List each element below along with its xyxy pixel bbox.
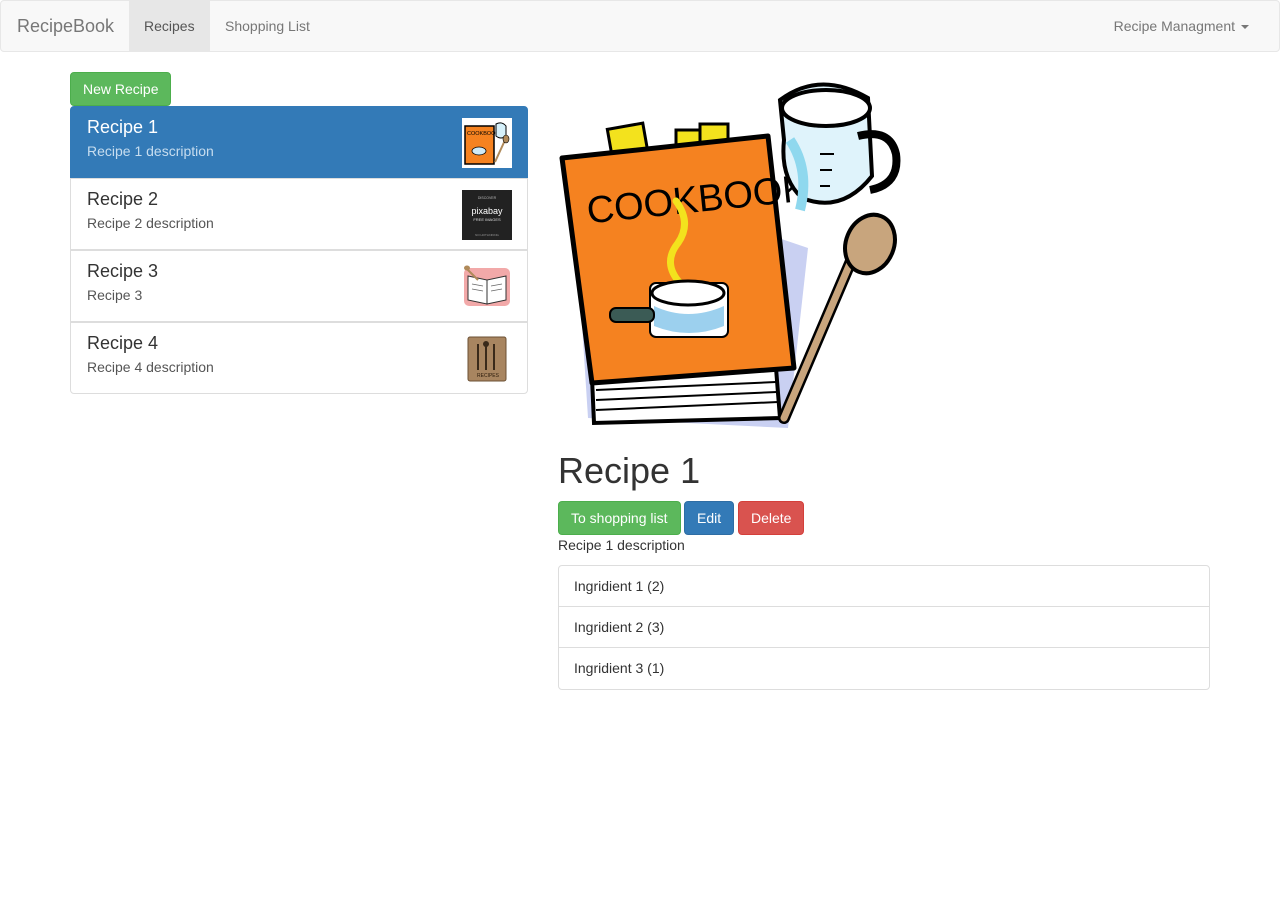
recipe-description: Recipe 2 description: [87, 215, 214, 231]
new-recipe-button[interactable]: New Recipe: [70, 72, 172, 106]
svg-text:COOKBOOK: COOKBOOK: [467, 131, 499, 137]
svg-text:RECIPES: RECIPES: [477, 373, 500, 379]
open-recipe-book-icon: [464, 265, 510, 306]
dropdown-label: Recipe Managment: [1113, 18, 1235, 34]
recipe-description: Recipe 4 description: [87, 359, 214, 375]
to-shopping-list-button[interactable]: To shopping list: [558, 501, 681, 535]
recipe-description: Recipe 1 description: [87, 143, 214, 159]
brand-link[interactable]: RecipeBook: [17, 16, 114, 37]
recipe-list-item[interactable]: Recipe 4 Recipe 4 description RECIPES: [70, 322, 528, 394]
recipe-detail-description: Recipe 1 description: [558, 537, 685, 553]
ingredient-item: Ingridient 3 (1): [574, 660, 665, 676]
svg-text:pixabay: pixabay: [471, 206, 503, 216]
tab-recipes[interactable]: Recipes: [129, 1, 210, 51]
ingredient-item: Ingridient 1 (2): [559, 566, 1209, 607]
recipe-list-item[interactable]: Recipe 3 Recipe 3: [70, 250, 528, 322]
recipe-list-item[interactable]: Recipe 1 Recipe 1 description COOKBOOK: [70, 106, 528, 178]
ingredient-item: Ingridient 2 (3): [559, 607, 1209, 648]
caret-down-icon: [1241, 25, 1249, 30]
cookbook-illustration: COOKBOOK: [559, 82, 901, 428]
edit-button[interactable]: Edit: [684, 501, 735, 535]
recipe-management-dropdown[interactable]: Recipe Managment: [1099, 1, 1264, 51]
recipe-name: Recipe 4: [87, 333, 159, 353]
recipes-binder-icon: RECIPES: [467, 336, 507, 382]
svg-text:NO HOTLINKING: NO HOTLINKING: [475, 233, 499, 237]
recipe-title: Recipe 1: [558, 450, 701, 491]
recipe-name: Recipe 3: [87, 261, 159, 281]
svg-text:DISCOVER: DISCOVER: [478, 196, 497, 200]
navbar: RecipeBook Recipes Shopping List Recipe …: [0, 0, 1280, 52]
pixabay-thumbnail-icon: DISCOVER pixabay FREE IMAGES NO HOTLINKI…: [462, 190, 512, 240]
ingredient-list: Ingridient 1 (2) Ingridient 2 (3) Ingrid…: [558, 565, 1210, 690]
delete-button[interactable]: Delete: [738, 501, 805, 535]
recipe-description: Recipe 3: [87, 287, 143, 303]
tab-shopping-list[interactable]: Shopping List: [210, 1, 325, 51]
svg-text:FREE IMAGES: FREE IMAGES: [473, 217, 501, 222]
recipe-name: Recipe 1: [87, 117, 159, 137]
cookbook-thumbnail-icon: COOKBOOK: [462, 118, 512, 168]
recipe-list-item[interactable]: Recipe 2 Recipe 2 description DISCOVER p…: [70, 178, 528, 250]
recipe-name: Recipe 2: [87, 189, 159, 209]
